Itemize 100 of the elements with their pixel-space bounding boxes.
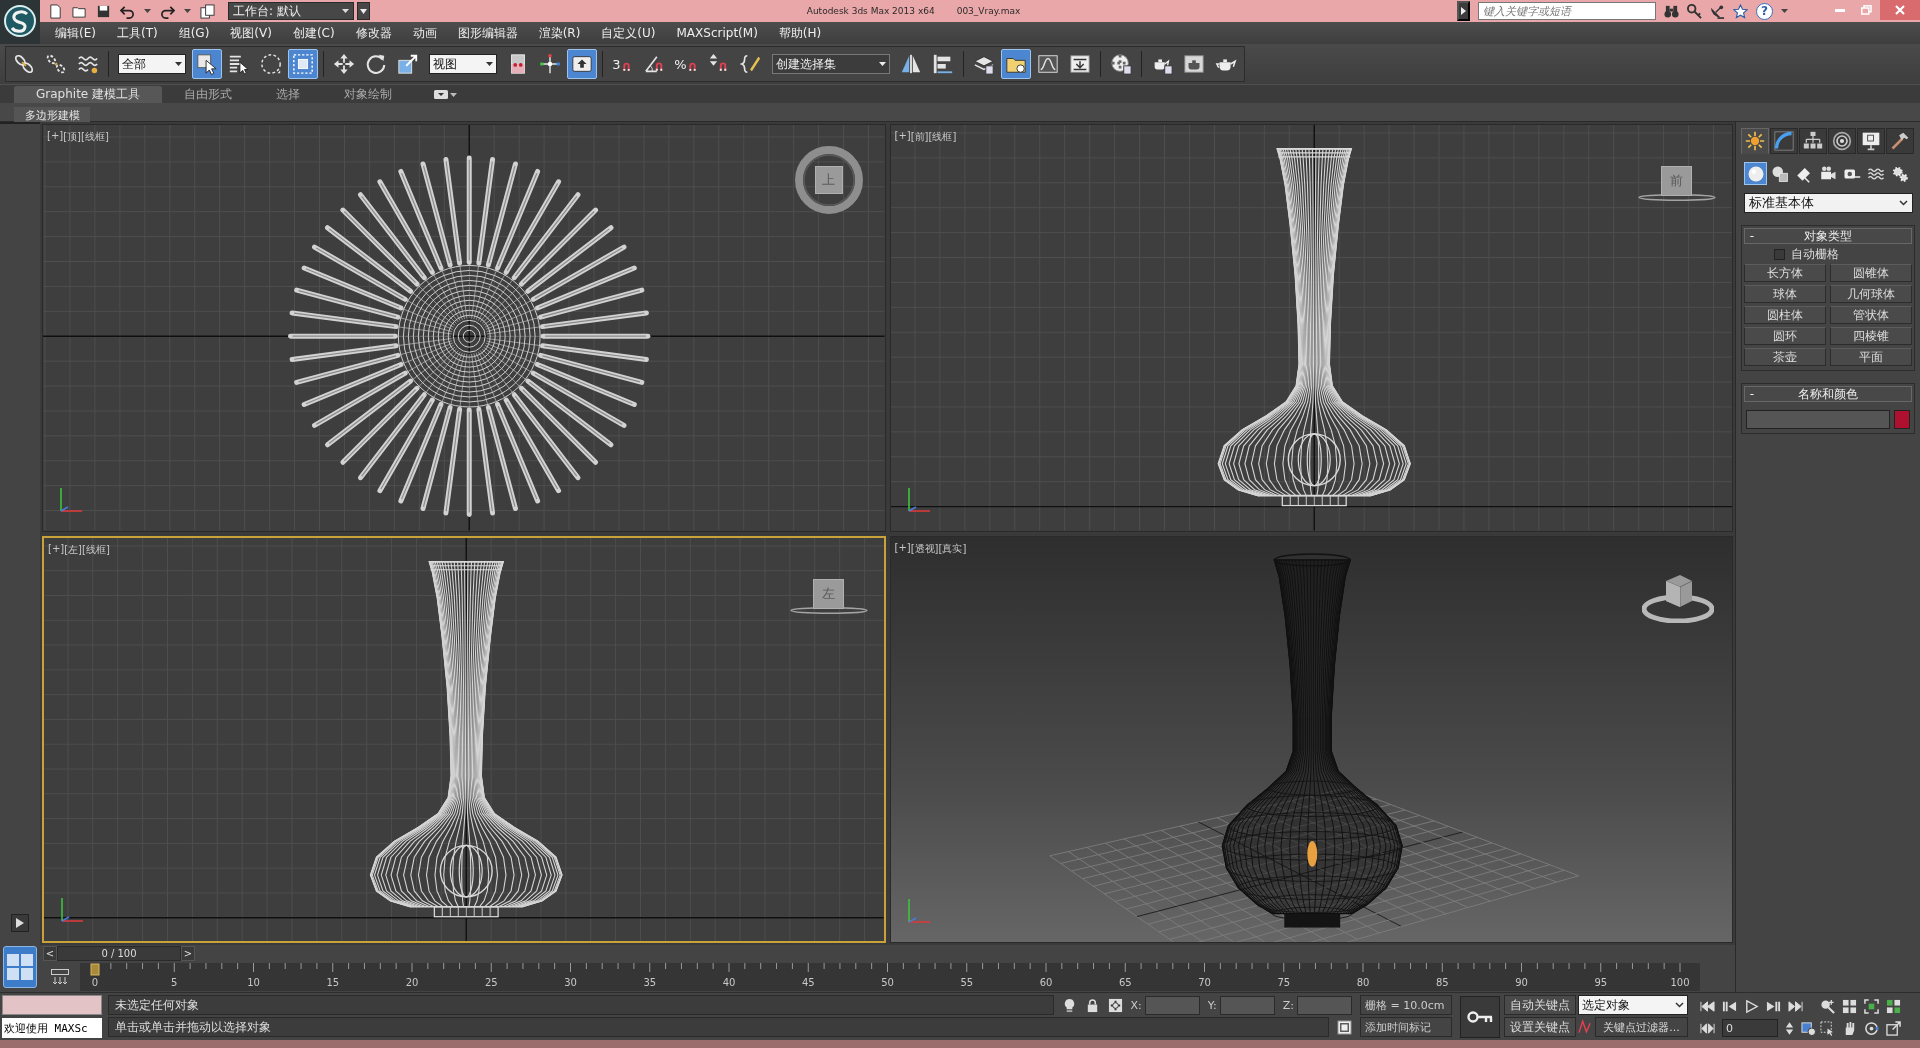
menu-item[interactable]: 工具(T) (116, 24, 158, 42)
crosshair-square-icon[interactable] (1107, 997, 1123, 1013)
region-zoom-icon[interactable] (1820, 1020, 1835, 1036)
menu-item[interactable]: 编辑(E) (55, 24, 96, 42)
time-tag-button[interactable]: 添加时间标记 (1360, 1017, 1452, 1037)
coordinate-field[interactable] (1297, 995, 1352, 1015)
primitive-button[interactable]: 四棱锥 (1830, 327, 1912, 345)
frame-field[interactable]: 0 (1722, 1019, 1778, 1037)
next-frame-button[interactable]: > (181, 946, 195, 961)
viewport[interactable]: [+][前][线框] 前 (889, 124, 1733, 532)
viewport[interactable]: [+][左][线框] 左 (42, 535, 886, 943)
primitive-button[interactable]: 圆锥体 (1830, 264, 1912, 282)
menu-item[interactable]: MAXScript(M) (676, 26, 758, 40)
maximize-icon[interactable] (1886, 1020, 1901, 1036)
expand-button[interactable] (11, 914, 29, 932)
primitive-button[interactable]: 管状体 (1830, 306, 1912, 324)
key-filters-button[interactable]: 关键点过滤器... (1595, 1017, 1688, 1037)
shortcut-override-button[interactable] (567, 49, 597, 79)
panel-toggle-icon[interactable] (434, 90, 449, 99)
coordinate-field[interactable] (1219, 995, 1275, 1015)
zoom-all-icon[interactable] (1842, 998, 1857, 1014)
menu-item[interactable]: 图形编辑器 (457, 24, 518, 42)
menu-item[interactable]: 动画 (412, 24, 437, 42)
ribbon-tab[interactable]: 选择 (254, 86, 323, 103)
key-set-dropdown[interactable]: 选定对象 (1578, 995, 1688, 1015)
zoom-icon[interactable] (1820, 998, 1835, 1014)
project-folder-icon[interactable] (200, 3, 215, 19)
orbit-icon[interactable] (1864, 1020, 1879, 1036)
time-tag-icon[interactable] (1337, 1019, 1352, 1035)
motion-tab[interactable] (1828, 128, 1856, 154)
zoom-extents-all-icon[interactable] (1886, 998, 1901, 1014)
primitive-button[interactable]: 茶壶 (1744, 348, 1826, 366)
new-file-icon[interactable] (48, 3, 63, 19)
primitive-button[interactable]: 几何球体 (1830, 285, 1912, 303)
scene-explorer-button[interactable] (1001, 49, 1031, 79)
menu-item[interactable]: 修改器 (355, 24, 392, 42)
time-slider-thumb[interactable]: 0 / 100 (57, 946, 181, 961)
rollout-header[interactable]: - 对象类型 (1744, 228, 1912, 244)
menu-item[interactable]: 帮助(H) (778, 24, 822, 42)
primitive-button[interactable]: 圆柱体 (1744, 306, 1826, 324)
display-tab[interactable] (1857, 128, 1885, 154)
shading-menu[interactable]: [真实] (938, 541, 967, 556)
viewport-layout-button[interactable] (3, 946, 37, 988)
ribbon-tab[interactable]: 对象绘制 (322, 86, 415, 103)
viewport-menu[interactable]: [+] (894, 541, 911, 556)
primitive-button[interactable]: 球体 (1744, 285, 1826, 303)
viewport-menu[interactable]: [+] (48, 542, 65, 557)
snap-button[interactable]: 3 (608, 49, 638, 79)
customize-dropdown-button[interactable] (357, 2, 370, 20)
ribbon-tab[interactable]: 自由形式 (162, 86, 255, 103)
primitive-button[interactable]: 平面 (1830, 348, 1912, 366)
workspace-dropdown[interactable]: 工作台: 默认 (228, 2, 354, 20)
search-field[interactable]: 键入关键字或短语 (1478, 2, 1656, 20)
name-field[interactable] (1746, 410, 1890, 429)
shading-menu[interactable]: [线框] (81, 130, 109, 144)
menu-item[interactable]: 组(G) (178, 24, 210, 42)
category-button[interactable] (1744, 162, 1767, 185)
create-tab[interactable] (1741, 128, 1769, 154)
play-icon[interactable] (1744, 998, 1759, 1014)
color-swatch[interactable] (1894, 410, 1910, 429)
search-toggle-button[interactable] (1457, 1, 1470, 21)
time-marker[interactable] (90, 963, 100, 976)
key-mode-icon[interactable] (1700, 1020, 1715, 1036)
selection-set-combo[interactable]: 创建选择集 (772, 54, 890, 74)
shading-menu[interactable]: [线框] (82, 542, 110, 557)
percent-snap-button[interactable]: % (672, 49, 702, 79)
dropdown[interactable]: 全部 (118, 54, 186, 74)
spinner-icon[interactable] (1785, 1020, 1794, 1036)
primitive-button[interactable]: 圆环 (1744, 327, 1826, 345)
shading-menu[interactable]: [线框] (928, 130, 957, 144)
viewport-menu[interactable]: [+] (47, 130, 64, 144)
menu-item[interactable]: 视图(V) (230, 24, 272, 42)
ribbon-tab[interactable]: Graphite 建模工具 (14, 86, 163, 103)
utilities-tab[interactable] (1886, 128, 1914, 154)
rollout-header[interactable]: - 名称和颜色 (1744, 386, 1912, 402)
auto-key-button[interactable]: 自动关键点 (1504, 995, 1576, 1015)
menu-item[interactable]: 渲染(R) (538, 24, 581, 42)
primitive-button[interactable]: 长方体 (1744, 264, 1826, 282)
checkbox[interactable] (1774, 248, 1785, 260)
satellite-dish-icon[interactable] (1710, 3, 1725, 19)
close-button[interactable] (1880, 0, 1920, 20)
previous-frame-button[interactable]: < (43, 946, 57, 961)
menu-item[interactable]: 自定义(U) (601, 24, 656, 42)
help-button[interactable]: ? (1756, 2, 1773, 20)
view-name-menu[interactable]: [左] (64, 542, 82, 557)
modify-tab[interactable] (1770, 128, 1798, 154)
dropdown[interactable]: 视图 (429, 54, 497, 74)
coordinate-field[interactable] (1144, 995, 1200, 1015)
go-to-start-icon[interactable] (1700, 998, 1715, 1014)
binoculars-icon[interactable] (1664, 3, 1679, 19)
viewport[interactable]: [+][顶][线框] 上 (42, 124, 886, 532)
menu-item[interactable]: 创建(C) (292, 24, 335, 42)
listener-input[interactable] (2, 995, 102, 1015)
viewport[interactable]: [+][透视][真实] (889, 535, 1733, 943)
track-bar[interactable]: 0 5 10 15 20 25 30 35 40 45 50 55 60 65 70 75 80 85 90 95 100 (80, 963, 1700, 991)
save-icon[interactable] (96, 3, 111, 19)
viewport-menu[interactable]: [+] (894, 130, 911, 144)
ruler-arrows-icon[interactable] (51, 969, 69, 985)
key-icon[interactable] (1687, 3, 1702, 19)
view-name-menu[interactable]: [透视] (910, 541, 939, 556)
